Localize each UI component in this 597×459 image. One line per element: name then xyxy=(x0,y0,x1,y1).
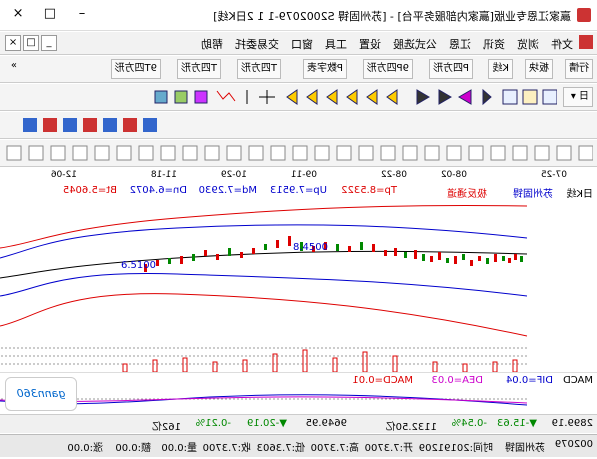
maximize-button[interactable]: □ xyxy=(35,4,65,24)
toolbar-t-square-button[interactable]: T四方形 xyxy=(236,59,281,79)
app-window: 赢家江恩专业版[赢家内部服务平台] - [苏州固锝 S2002079-1 1 2… xyxy=(0,0,597,459)
toolbar-9t-square-button[interactable]: 9T四方形 xyxy=(110,59,161,79)
mdi-minimize-button[interactable]: _ xyxy=(41,35,57,51)
menu-trade[interactable]: 交易委托 xyxy=(235,36,279,52)
index1-amount: 1132.50亿 xyxy=(385,422,437,433)
toolbar-kline-button[interactable]: K线 xyxy=(488,59,513,79)
menu-gann[interactable]: 江恩 xyxy=(449,36,471,52)
index2-value: 9649.95 xyxy=(305,418,347,429)
menu-settings[interactable]: 设置 xyxy=(359,36,381,52)
mirrored-window: 赢家江恩专业版[赢家内部服务平台] - [苏州固锝 S2002079-1 1 2… xyxy=(0,0,597,459)
value-bt: Bt=5.6045 xyxy=(62,185,117,196)
misc-tool-icons[interactable] xyxy=(7,116,157,134)
index-status-bar: 2899.19 ▼-15.63 -0.54% 1132.50亿 9649.95 … xyxy=(0,414,597,433)
date-axis: 07-25 08-02 08-22 09-11 10-29 11-18 12-0… xyxy=(0,168,597,185)
stock-volume: 量:0.00 xyxy=(161,443,197,454)
minimize-button[interactable]: – xyxy=(67,4,97,24)
toolbar-t-square2-button[interactable]: T四方形 xyxy=(176,59,221,79)
stock-status-bar: 002079 苏州固锝 时间:20191209 开:7.3700 高:7.370… xyxy=(0,434,597,457)
price-label-high: 8.4500 xyxy=(293,242,328,253)
channel-dn-line xyxy=(0,272,528,297)
date-label-6: 12-06 xyxy=(50,170,77,180)
period-label: 日 xyxy=(579,91,589,102)
menu-help[interactable]: 帮助 xyxy=(201,36,223,52)
index1-pct: -0.54% xyxy=(451,418,487,429)
index2-pct: -0.21% xyxy=(195,418,231,429)
toolbar-drawing: 日 ▾ xyxy=(0,84,597,111)
date-label-1: 08-02 xyxy=(440,170,467,180)
value-md: Md=7.2930 xyxy=(198,185,257,196)
channel-bottom-line xyxy=(0,293,528,337)
date-label-3: 09-11 xyxy=(290,170,317,180)
app-logo-icon xyxy=(577,8,591,22)
stock-code: 002079 xyxy=(554,439,593,450)
close-button[interactable]: × xyxy=(3,4,33,24)
indicator-info-line: 日K线 苏州固锝 极反通道 Tp=8.5322 Up=7.9513 Md=7.2… xyxy=(0,184,597,200)
menu-bar: 文件 浏览 资讯 江恩 公式选股 设置 工具 窗口 交易委托 帮助 _ □ × xyxy=(0,32,597,55)
stock-amount: 额:0.00 xyxy=(115,443,151,454)
candles xyxy=(144,236,523,272)
gann-tool-icons[interactable] xyxy=(3,144,593,162)
macd-panel[interactable]: MACD DIF=0.04 DEA=0.03 MACD=0.01 gann360 xyxy=(0,372,597,413)
value-tp: Tp=8.5322 xyxy=(341,185,397,196)
toolbar-quote-button[interactable]: 行情 xyxy=(565,59,593,79)
menu-browse[interactable]: 浏览 xyxy=(517,36,539,52)
toolbar-gann xyxy=(0,140,597,167)
stock-open: 开:7.3700 xyxy=(364,443,413,454)
date-label-4: 10-29 xyxy=(220,170,247,180)
toolbar-overflow-icon[interactable]: » xyxy=(11,60,17,71)
volume-svg xyxy=(0,347,527,373)
stock-name-status: 苏州固锝 xyxy=(505,443,545,454)
title-bar: 赢家江恩专业版[赢家内部服务平台] - [苏州固锝 S2002079-1 1 2… xyxy=(0,0,597,31)
stock-close: 收:7.3700 xyxy=(202,443,251,454)
toolbar-sector-button[interactable]: 板块 xyxy=(525,59,553,79)
toolbar-analysis: 行情 板块 K线 P四方形 9P四方形 P数字表 T四方形 T四方形 9T四方形… xyxy=(0,56,597,83)
index2-amount: 162亿 xyxy=(151,422,181,433)
index1-change: ▼-15.63 xyxy=(497,418,537,429)
stock-high: 高:7.3700 xyxy=(310,443,359,454)
menu-formula-select[interactable]: 公式选股 xyxy=(393,36,437,52)
channel-top-line xyxy=(0,205,528,249)
stock-low: 低:7.3603 xyxy=(256,443,305,454)
price-label-low: 6.5100 xyxy=(121,260,156,271)
toolbar-p-square-button[interactable]: P四方形 xyxy=(428,59,473,79)
index1-value: 2899.19 xyxy=(551,418,593,429)
toolbar-p-number-table-button[interactable]: P数字表 xyxy=(302,59,347,79)
menu-window[interactable]: 窗口 xyxy=(291,36,313,52)
value-up: Up=7.9513 xyxy=(269,185,327,196)
macd-svg xyxy=(0,394,528,406)
watermark-logo: gann360 xyxy=(5,377,77,411)
value-dn: Dn=6.4072 xyxy=(129,185,187,196)
toolbar-9p-square-button[interactable]: 9P四方形 xyxy=(362,59,413,79)
mdi-close-button[interactable]: × xyxy=(5,35,21,51)
period-day-select[interactable]: 日 ▾ xyxy=(563,87,593,107)
menu-news[interactable]: 资讯 xyxy=(483,36,505,52)
stock-change: 涨:0.00 xyxy=(67,443,103,454)
toolbar-misc xyxy=(0,112,597,139)
index2-change: ▼-20.19 xyxy=(247,418,287,429)
menu-tools[interactable]: 工具 xyxy=(325,36,347,52)
drawing-tools-icons[interactable] xyxy=(7,87,557,107)
menu-file[interactable]: 文件 xyxy=(551,36,573,52)
window-title: 赢家江恩专业版[赢家内部服务平台] - [苏州固锝 S2002079-1 1 2… xyxy=(213,10,571,23)
date-label-2: 08-22 xyxy=(380,170,407,180)
volume-chart[interactable] xyxy=(0,340,597,374)
date-label-5: 11-18 xyxy=(150,170,177,180)
mdi-restore-button[interactable]: □ xyxy=(23,35,39,51)
channel-middle-line xyxy=(0,250,528,279)
menu-app-icon xyxy=(579,35,593,49)
stock-date: 时间:20191209 xyxy=(418,443,493,454)
date-label-0: 07-25 xyxy=(540,170,567,180)
